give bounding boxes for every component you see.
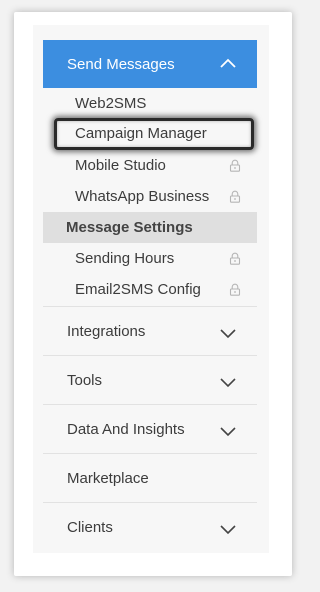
- sidebar-item-label: WhatsApp Business: [75, 187, 210, 205]
- lock-icon: [229, 283, 241, 296]
- sidebar-item-label: Sending Hours: [75, 249, 175, 267]
- campaign-manager-item[interactable]: Campaign Manager: [54, 118, 254, 150]
- send-messages-label: Send Messages: [67, 55, 175, 73]
- send-messages-header[interactable]: Send Messages: [43, 40, 257, 88]
- chevron-down-icon: [220, 329, 236, 339]
- lock-icon: [229, 159, 241, 172]
- sidebar-item-marketplace[interactable]: Marketplace: [43, 454, 257, 502]
- sidebar-item-label: Integrations: [67, 322, 146, 340]
- sidebar-item-label: Data And Insights: [67, 420, 185, 438]
- sidebar-item-label: Marketplace: [67, 469, 149, 487]
- lock-icon: [229, 190, 241, 203]
- message-settings-section-label: Message Settings: [43, 212, 257, 243]
- sidebar-item-integrations[interactable]: Integrations: [43, 307, 257, 355]
- sidebar-item-email2sms-config[interactable]: Email2SMS Config: [43, 275, 257, 303]
- sidebar-item-whatsapp-business[interactable]: WhatsApp Business: [43, 182, 257, 210]
- chevron-down-icon: [220, 525, 236, 535]
- sidebar-item-label: Mobile Studio: [75, 156, 166, 174]
- sidebar-item-clients[interactable]: Clients: [43, 503, 257, 551]
- sidebar-item-mobile-studio[interactable]: Mobile Studio: [43, 151, 257, 179]
- sidebar-item-label: Tools: [67, 371, 103, 389]
- lock-icon: [229, 252, 241, 265]
- chevron-down-icon: [220, 378, 236, 388]
- sidebar-item-web2sms[interactable]: Web2SMS: [43, 89, 257, 117]
- sidebar-item-sending-hours[interactable]: Sending Hours: [43, 244, 257, 272]
- sidebar-item-label: Email2SMS Config: [75, 280, 201, 298]
- chevron-up-icon: [220, 58, 236, 68]
- sidebar-item-data-and-insights[interactable]: Data And Insights: [43, 405, 257, 453]
- sidebar-item-label: Web2SMS: [75, 94, 147, 112]
- sidebar-item-tools[interactable]: Tools: [43, 356, 257, 404]
- sidebar-item-label: Campaign Manager: [75, 125, 207, 142]
- sidebar-item-label: Clients: [67, 518, 113, 536]
- chevron-down-icon: [220, 427, 236, 437]
